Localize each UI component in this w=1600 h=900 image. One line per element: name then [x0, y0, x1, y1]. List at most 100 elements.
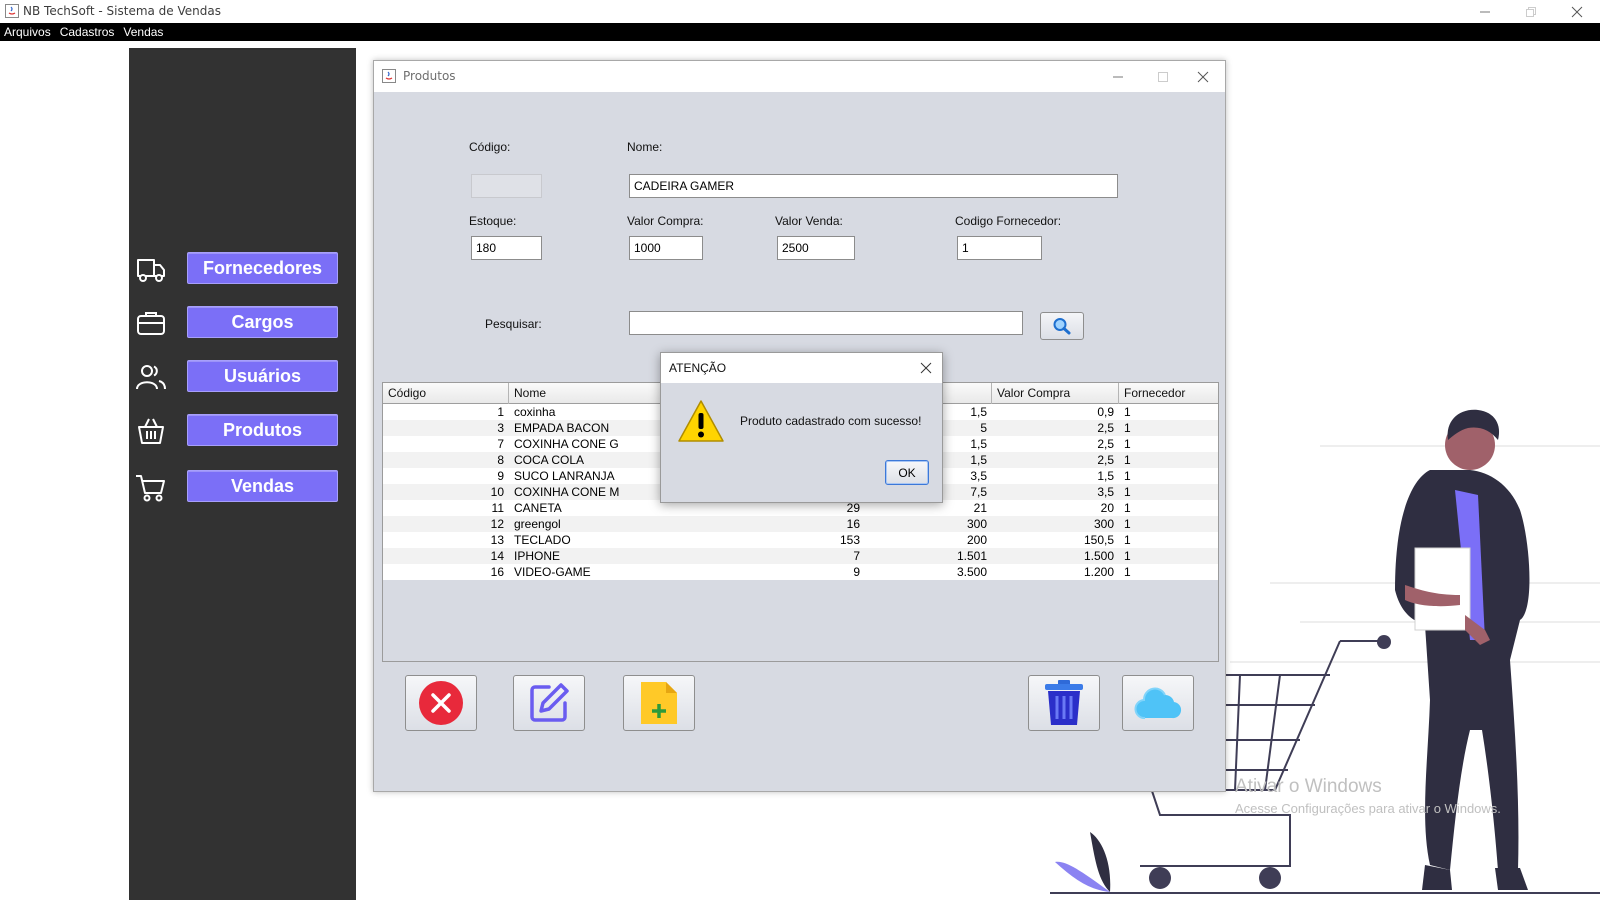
cell-valor-compra: 0,9 [1097, 405, 1114, 419]
cell-valor-venda: 1.501 [956, 549, 987, 563]
table-row[interactable]: 13 TECLADO 153 200 150,5 1 [383, 532, 1218, 548]
cell-nome: IPHONE [514, 549, 561, 563]
menu-arquivos[interactable]: Arquivos [4, 25, 51, 39]
table-row[interactable]: 16 VIDEO-GAME 9 3.500 1.200 1 [383, 564, 1218, 580]
nome-field[interactable]: CADEIRA GAMER [629, 174, 1118, 198]
dialog-titlebar: ATENÇÃO [661, 353, 942, 383]
cancel-icon [419, 681, 463, 725]
java-app-icon [5, 4, 19, 18]
dialog-title: ATENÇÃO [669, 361, 727, 375]
minimize-button[interactable] [1462, 0, 1508, 23]
cell-fornecedor: 1 [1124, 469, 1131, 483]
cell-codigo: 8 [497, 453, 504, 467]
codigo-field [471, 174, 542, 198]
produtos-minimize-button[interactable] [1095, 61, 1140, 92]
nome-label: Nome: [627, 140, 663, 154]
cell-valor-compra: 2,5 [1097, 453, 1114, 467]
menu-cadastros[interactable]: Cadastros [60, 25, 115, 39]
cell-codigo: 7 [497, 437, 504, 451]
users-icon [136, 365, 166, 390]
cell-valor-compra: 300 [1093, 517, 1114, 531]
menubar: Arquivos Cadastros Vendas [0, 23, 1600, 41]
ok-button[interactable]: OK [885, 460, 929, 485]
cell-valor-venda: 300 [966, 517, 987, 531]
close-icon [1197, 71, 1208, 82]
valor-venda-field[interactable]: 2500 [777, 236, 855, 260]
watermark-line1: Ativar o Windows [1235, 776, 1382, 797]
cell-codigo: 10 [490, 485, 504, 499]
cell-fornecedor: 1 [1124, 485, 1131, 499]
cell-fornecedor: 1 [1124, 437, 1131, 451]
restore-icon [1526, 6, 1536, 17]
search-icon [1053, 318, 1071, 335]
produtos-titlebar: Produtos [374, 61, 1225, 92]
edit-icon [530, 683, 569, 722]
cell-valor-compra: 2,5 [1097, 437, 1114, 451]
table-row[interactable]: 14 IPHONE 7 1.501 1.500 1 [383, 548, 1218, 564]
close-button[interactable] [1554, 0, 1600, 23]
menu-vendas[interactable]: Vendas [123, 25, 163, 39]
cell-codigo: 3 [497, 421, 504, 435]
sidebar-item-vendas: Vendas [129, 470, 356, 504]
activate-windows-watermark: Ativar o Windows Acesse Configurações pa… [1235, 776, 1501, 816]
cell-valor-compra: 3,5 [1097, 485, 1114, 499]
basket-icon [138, 418, 164, 444]
edit-button[interactable] [513, 675, 585, 731]
save-button[interactable] [1122, 675, 1194, 731]
cell-valor-compra: 150,5 [1083, 533, 1114, 547]
cell-fornecedor: 1 [1124, 549, 1131, 563]
codigo-fornecedor-field[interactable]: 1 [957, 236, 1042, 260]
column-header-valor-compra[interactable]: Valor Compra [992, 383, 1119, 404]
cell-estoque: 7 [853, 549, 860, 563]
cell-codigo: 13 [490, 533, 504, 547]
sidebar-item-usuarios: Usuários [129, 360, 356, 394]
sidebar-item-cargos: Cargos [129, 306, 356, 340]
delete-button[interactable] [1028, 675, 1100, 731]
cargos-button[interactable]: Cargos [187, 306, 338, 338]
cell-fornecedor: 1 [1124, 517, 1131, 531]
cell-estoque: 16 [846, 517, 860, 531]
cloud-icon [1134, 687, 1182, 720]
cell-nome: greengol [514, 517, 561, 531]
vendas-button[interactable]: Vendas [187, 470, 338, 502]
fornecedores-button[interactable]: Fornecedores [187, 252, 338, 284]
cancel-button[interactable] [405, 675, 477, 731]
produtos-close-button[interactable] [1180, 61, 1225, 92]
pesquisar-label: Pesquisar: [485, 317, 542, 331]
usuarios-button[interactable]: Usuários [187, 360, 338, 392]
java-app-icon [382, 69, 396, 83]
search-button[interactable] [1040, 312, 1084, 340]
produtos-button[interactable]: Produtos [187, 414, 338, 446]
cell-valor-compra: 1,5 [1097, 469, 1114, 483]
estoque-label: Estoque: [469, 214, 517, 228]
valor-venda-label: Valor Venda: [775, 214, 843, 228]
cell-codigo: 12 [490, 517, 504, 531]
valor-compra-field[interactable]: 1000 [629, 236, 703, 260]
app-titlebar: NB TechSoft - Sistema de Vendas [0, 0, 1600, 23]
cell-valor-compra: 1.500 [1083, 549, 1114, 563]
cart-icon [136, 475, 165, 502]
close-icon [1571, 6, 1583, 17]
cell-nome: TECLADO [514, 533, 571, 547]
watermark-line2: Acesse Configurações para ativar o Windo… [1235, 801, 1501, 816]
estoque-field[interactable]: 180 [471, 236, 542, 260]
cell-codigo: 14 [490, 549, 504, 563]
cell-codigo: 16 [490, 565, 504, 579]
new-button[interactable] [623, 675, 695, 731]
cell-valor-compra: 2,5 [1097, 421, 1114, 435]
cell-codigo: 9 [497, 469, 504, 483]
sidebar: Fornecedores Cargos Usuários Produtos Ve… [129, 48, 356, 900]
sidebar-item-fornecedores: Fornecedores [129, 252, 356, 286]
codigo-label: Código: [469, 140, 511, 154]
produtos-maximize-button[interactable] [1140, 61, 1185, 92]
column-header-fornecedor[interactable]: Fornecedor [1119, 383, 1218, 404]
produtos-title: Produtos [403, 69, 456, 83]
column-header-codigo[interactable]: Código [383, 383, 509, 404]
maximize-button[interactable] [1508, 0, 1554, 23]
cell-valor-venda: 3.500 [956, 565, 987, 579]
pesquisar-field[interactable] [629, 311, 1023, 335]
cell-codigo: 11 [491, 501, 504, 515]
table-row[interactable]: 12 greengol 16 300 300 1 [383, 516, 1218, 532]
atencao-dialog: ATENÇÃO Produto cadastrado com sucesso! … [660, 352, 943, 503]
dialog-close-button[interactable] [910, 353, 942, 383]
